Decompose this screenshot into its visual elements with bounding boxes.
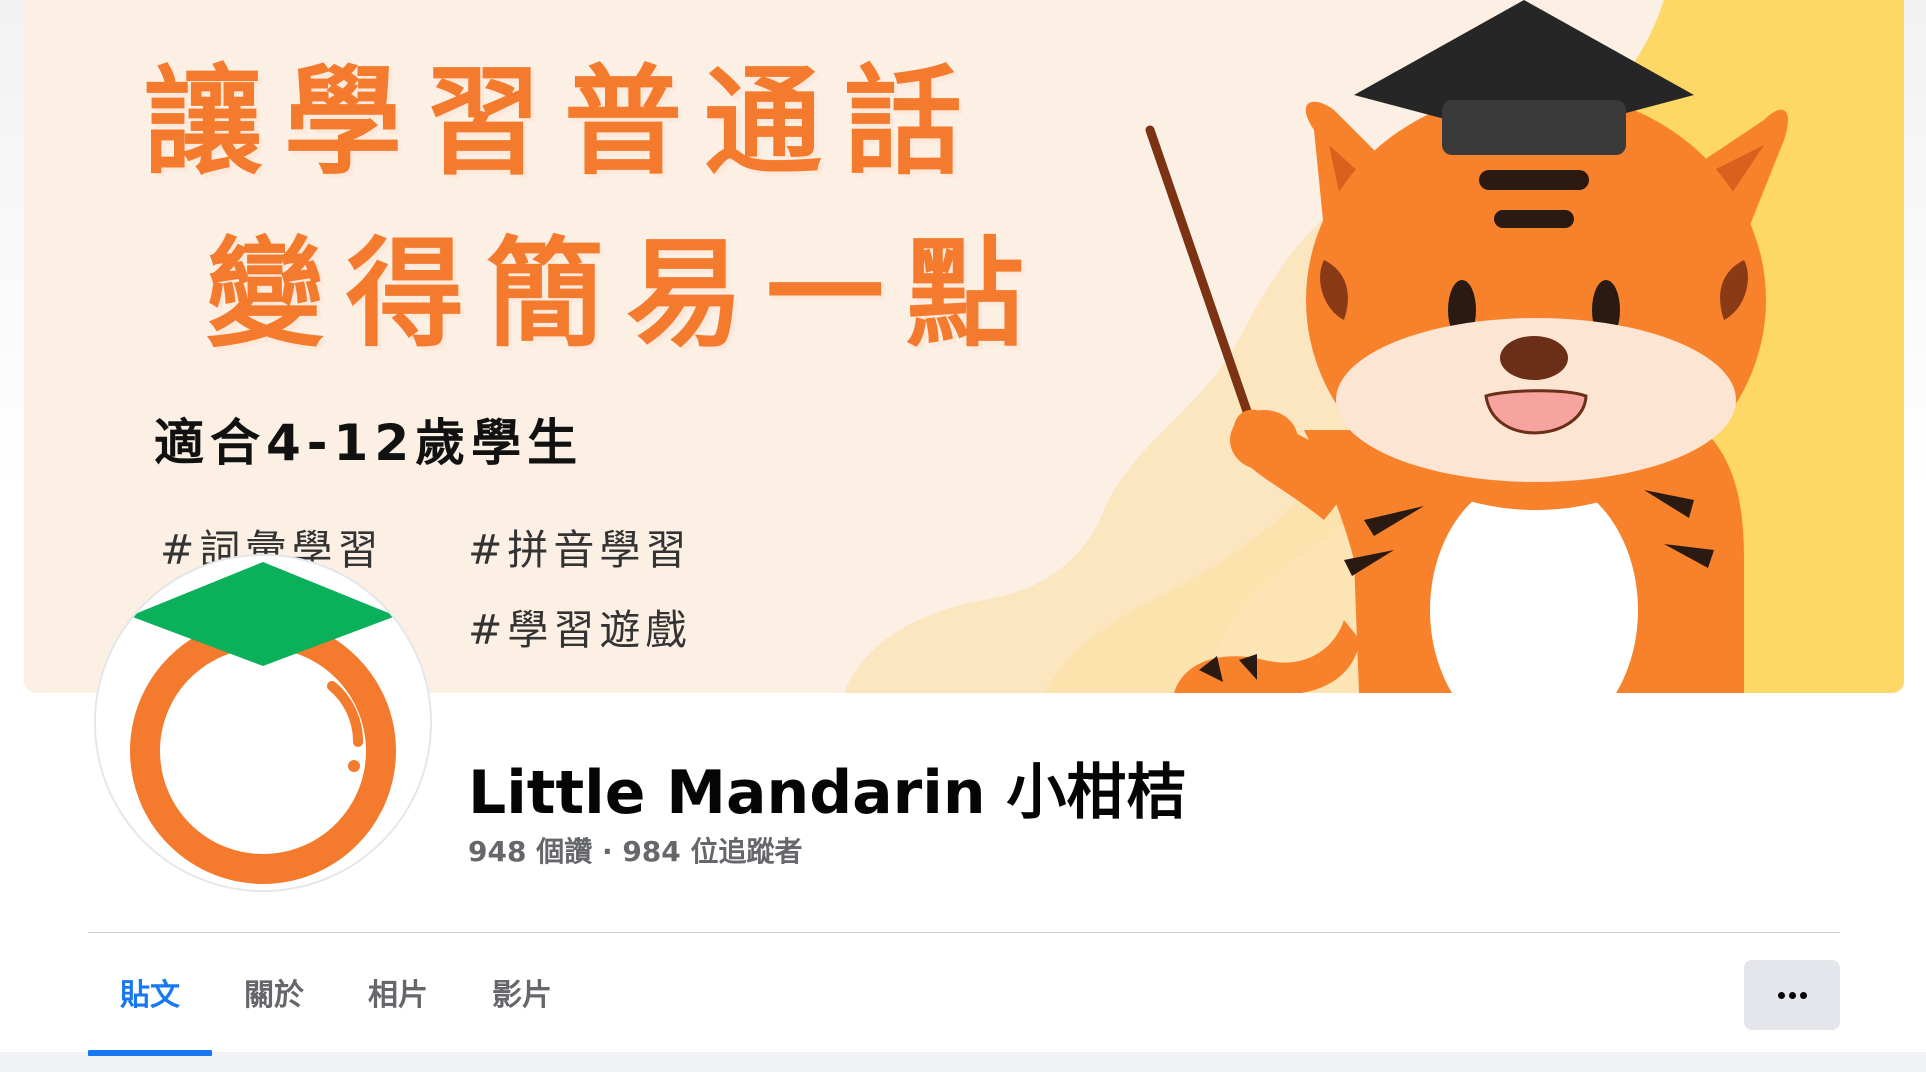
tab-videos[interactable]: 影片 xyxy=(460,934,584,1052)
more-options-button[interactable] xyxy=(1744,960,1840,1030)
page-stats[interactable]: 948 個讚 · 984 位追蹤者 xyxy=(468,830,803,870)
cover-tag-games: #學習遊戲 xyxy=(468,606,692,654)
profile-avatar[interactable] xyxy=(94,554,432,892)
tab-about[interactable]: 關於 xyxy=(212,934,336,1052)
tab-photos[interactable]: 相片 xyxy=(336,934,460,1052)
header-divider xyxy=(88,932,1840,933)
cover-tag-pinyin: #拼音學習 xyxy=(468,526,692,574)
cover-headline-line2: 變得簡易一點 xyxy=(206,225,1047,363)
orange-logo-icon xyxy=(96,556,430,890)
cover-age-text: 適合4-12歲學生 xyxy=(154,414,584,472)
page-title: Little Mandarin 小柑桔 xyxy=(468,758,1187,828)
more-horizontal-icon xyxy=(1776,991,1809,999)
cover-headline-line1: 讓學習普通話 xyxy=(144,53,985,191)
tab-posts[interactable]: 貼文 xyxy=(88,934,212,1056)
